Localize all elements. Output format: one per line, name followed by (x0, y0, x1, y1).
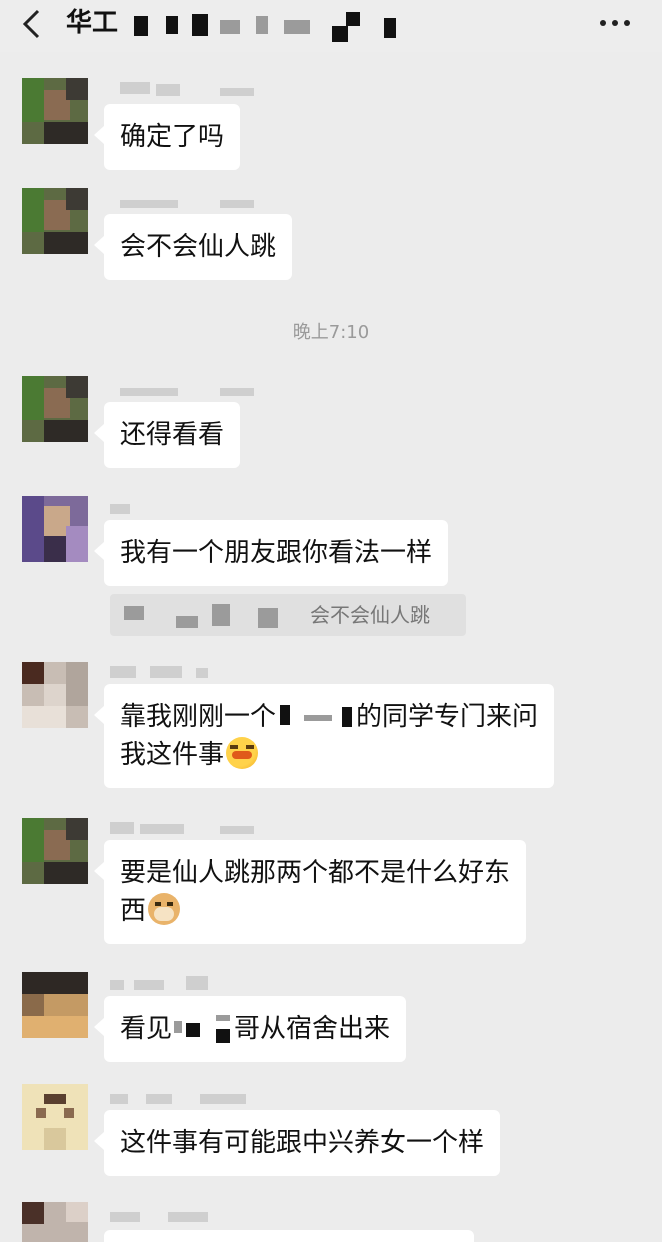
avatar[interactable] (22, 972, 88, 1038)
avatar[interactable] (22, 1202, 88, 1242)
avatar[interactable] (22, 188, 88, 254)
message-text: 会不会仙人跳 (120, 232, 277, 262)
redacted-text (172, 1013, 234, 1043)
message-line: 要是仙人跳那两个都不是什么好东 (120, 854, 510, 892)
message-line: 我这件事 (120, 736, 538, 774)
message-bubble[interactable]: 靠我刚刚一个 的同学专门来问 我这件事 (93, 684, 555, 788)
message-text: 看见 (120, 1014, 173, 1044)
message-text: 要是仙人跳那两个都不是什么好东 (120, 858, 511, 888)
message-text: 我这件事 (120, 740, 225, 770)
message-bubble[interactable] (104, 1230, 474, 1242)
quoted-text: 会不会仙人跳 (310, 603, 430, 627)
time-divider: 晚上7:10 (292, 322, 370, 343)
redacted-nickname (110, 820, 260, 838)
avatar[interactable] (22, 78, 88, 144)
redacted-nickname (110, 196, 260, 214)
redacted-nickname (110, 1208, 260, 1226)
doge-emoji-icon (148, 893, 181, 925)
redacted-nickname (110, 1090, 260, 1108)
message-bubble[interactable]: 会不会仙人跳 (93, 214, 293, 280)
message-bubble[interactable]: 我有一个朋友跟你看法一样 (93, 520, 449, 586)
redacted-nickname (110, 500, 260, 518)
facepalm-emoji-icon (226, 737, 259, 769)
message-bubble[interactable]: 这件事有可能跟中兴养女一个样 (93, 1110, 501, 1176)
message-bubble[interactable]: 确定了吗 (93, 104, 241, 170)
redacted-nickname (110, 664, 260, 682)
more-dots-icon (600, 20, 630, 26)
message-line: 西 (120, 892, 510, 930)
message-text: 还得看看 (120, 420, 225, 450)
avatar[interactable] (22, 496, 88, 562)
redacted-title-part (120, 6, 420, 42)
message-text: 这件事有可能跟中兴养女一个样 (120, 1128, 485, 1158)
message-text: 确定了吗 (120, 122, 225, 152)
redacted-nickname (110, 976, 260, 994)
message-text: 哥从宿舍出来 (234, 1014, 391, 1044)
avatar[interactable] (22, 376, 88, 442)
message-text: 的同学专门来问 (356, 702, 539, 732)
back-button[interactable] (18, 8, 48, 40)
chat-title: 华工 (66, 8, 119, 38)
chat-header: 华工 (0, 0, 662, 52)
message-line: 靠我刚刚一个 的同学专门来问 (120, 698, 538, 736)
message-text: 靠我刚刚一个 (120, 702, 277, 732)
more-button[interactable] (596, 10, 636, 36)
message-text: 西 (120, 896, 147, 926)
message-text: 我有一个朋友跟你看法一样 (120, 538, 433, 568)
quoted-reply[interactable]: 会不会仙人跳 (110, 594, 466, 636)
redacted-text (276, 701, 356, 729)
avatar[interactable] (22, 818, 88, 884)
message-bubble[interactable]: 看见 哥从宿舍出来 (93, 996, 407, 1062)
chevron-left-icon (22, 9, 40, 39)
message-bubble[interactable]: 要是仙人跳那两个都不是什么好东 西 (93, 840, 527, 944)
message-bubble[interactable]: 还得看看 (93, 402, 241, 468)
redacted-nickname (110, 384, 260, 402)
avatar[interactable] (22, 662, 88, 728)
redacted-nickname (110, 82, 260, 100)
avatar[interactable] (22, 1084, 88, 1150)
